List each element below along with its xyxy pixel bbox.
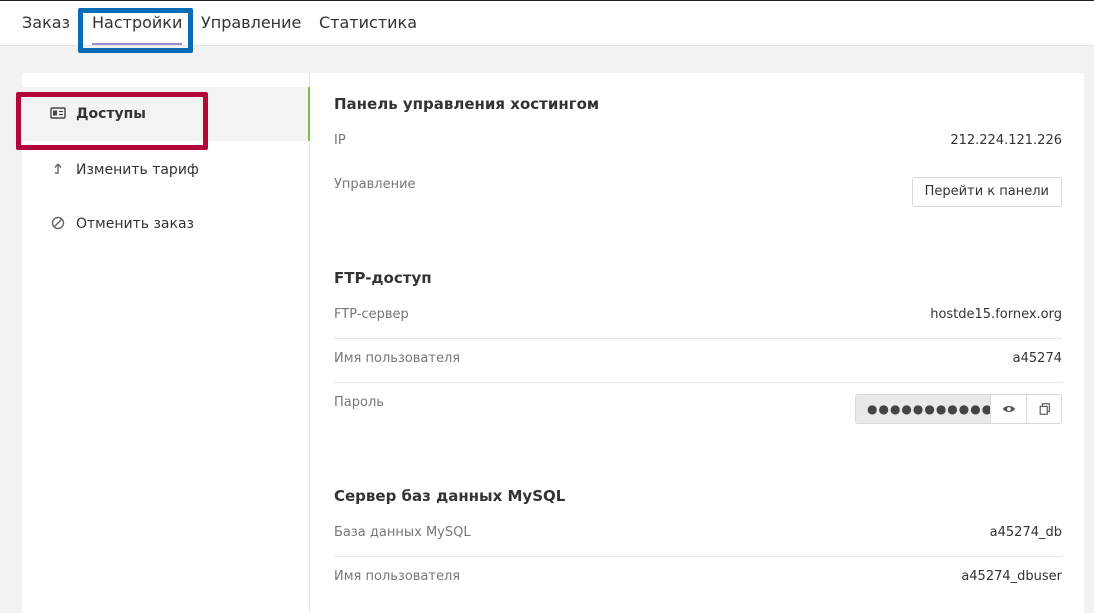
top-tab-bar: Заказ Настройки Управление Статистика — [0, 0, 1094, 46]
mysql-section-title: Сервер баз данных MySQL — [334, 487, 566, 505]
show-password-button[interactable] — [991, 395, 1027, 423]
row-divider — [334, 556, 1062, 557]
sidebar-item-label: Отменить заказ — [76, 216, 194, 232]
tab-statistics[interactable]: Статистика — [319, 13, 417, 37]
ip-label: IP — [334, 133, 346, 148]
mysql-user-value: a45274_dbuser — [961, 569, 1062, 584]
copy-password-button[interactable] — [1027, 395, 1061, 423]
settings-card: Доступы Изменить тариф Отменить заказ Па… — [22, 73, 1084, 613]
tab-settings-label: Настройки — [92, 13, 183, 32]
sidebar-item-label: Доступы — [76, 106, 146, 122]
ftp-server-value: hostde15.fornex.org — [930, 307, 1062, 322]
ftp-user-label: Имя пользователя — [334, 351, 461, 366]
sidebar: Доступы Изменить тариф Отменить заказ — [22, 73, 310, 613]
arrow-up-icon — [50, 161, 66, 177]
ftp-section-title: FTP-доступ — [334, 269, 432, 287]
password-field[interactable]: ●●●●●●●●●●●●●●●● — [856, 395, 991, 423]
ip-value: 212.224.121.226 — [950, 133, 1062, 148]
sidebar-item-label: Изменить тариф — [76, 162, 199, 178]
access-content: Панель управления хостингом IP 212.224.1… — [334, 73, 1084, 613]
tab-management[interactable]: Управление — [201, 13, 301, 37]
panel-section-title: Панель управления хостингом — [334, 95, 600, 113]
manage-label: Управление — [334, 177, 416, 192]
mysql-db-label: База данных MySQL — [334, 525, 471, 540]
sidebar-item-change-plan[interactable]: Изменить тариф — [22, 143, 310, 197]
password-field-group: ●●●●●●●●●●●●●●●● — [855, 394, 1062, 424]
tab-settings[interactable]: Настройки — [92, 13, 183, 45]
eye-icon — [1002, 401, 1016, 416]
ftp-password-label: Пароль — [334, 395, 384, 410]
ftp-server-label: FTP-сервер — [334, 307, 409, 322]
ftp-user-value: a45274 — [1012, 351, 1062, 366]
mysql-user-label: Имя пользователя — [334, 569, 461, 584]
cancel-icon — [50, 215, 66, 231]
tab-order[interactable]: Заказ — [22, 13, 70, 37]
id-card-icon — [50, 105, 66, 121]
go-to-panel-button[interactable]: Перейти к панели — [911, 177, 1062, 207]
row-divider — [334, 338, 1062, 339]
sidebar-item-cancel-order[interactable]: Отменить заказ — [22, 197, 310, 251]
sidebar-item-access[interactable]: Доступы — [22, 87, 310, 141]
row-divider — [334, 382, 1062, 383]
copy-icon — [1038, 401, 1052, 416]
mysql-db-value: a45274_db — [989, 525, 1062, 540]
active-tab-underline — [92, 43, 183, 45]
